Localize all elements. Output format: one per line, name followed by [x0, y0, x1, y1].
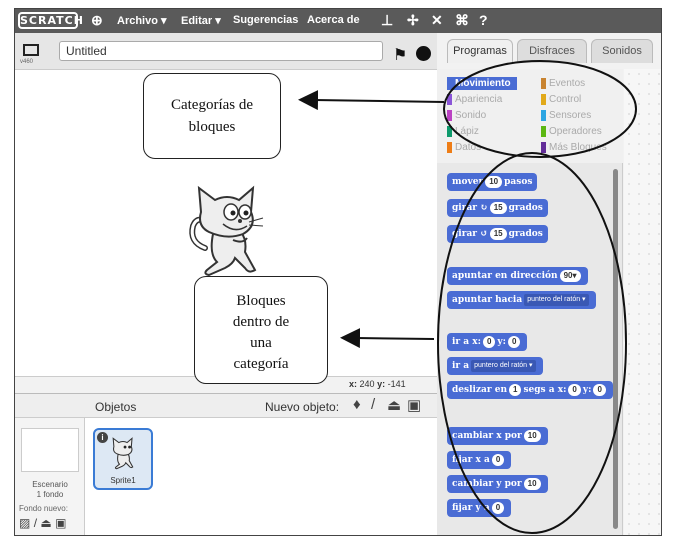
menu-archivo[interactable]: Archivo ▾	[117, 14, 167, 27]
globe-icon[interactable]: ⊕	[91, 12, 103, 29]
tab-programas[interactable]: Programas	[447, 39, 513, 63]
new-sprite-label: Nuevo objeto:	[265, 400, 340, 414]
tab-disfraces[interactable]: Disfraces	[517, 39, 587, 63]
scissors-icon[interactable]: ✢	[407, 12, 419, 29]
category-datos[interactable]: Datos	[447, 141, 481, 154]
stage-toolbar: v460 Untitled ⚑	[15, 33, 437, 69]
blocks-list: mover 10 pasos girar ↻ 15 grados girar ↺ 15 gr…	[437, 163, 623, 535]
block-cambiar-y[interactable]: cambiar y por 10	[447, 475, 548, 493]
stage-column: Escenario 1 fondo Fondo nuevo: ▨ / ⏏ ▣	[15, 418, 85, 535]
camera-backdrop-icon[interactable]: ▣	[55, 516, 66, 530]
version-label: v460	[20, 59, 34, 65]
category-operadores[interactable]: Operadores	[541, 125, 602, 138]
callout-blocks-line4: categoría	[233, 356, 289, 372]
grow-icon[interactable]: ✕	[431, 12, 443, 29]
shrink-icon[interactable]: ⌘	[455, 12, 469, 29]
callout-blocks-line3: una	[250, 335, 272, 351]
block-mover[interactable]: mover 10 pasos	[447, 173, 538, 191]
stamp-icon[interactable]: ⊥	[381, 12, 393, 29]
menu-sugerencias[interactable]: Sugerencias	[233, 14, 298, 26]
fullscreen-icon	[23, 44, 39, 56]
coord-y-label: y:	[377, 379, 386, 389]
upload-backdrop-icon[interactable]: ⏏	[40, 516, 51, 530]
coord-x-value: 240	[359, 379, 375, 389]
new-backdrop-icons: ▨ / ⏏ ▣	[19, 516, 66, 530]
tab-sonidos[interactable]: Sonidos	[591, 39, 653, 63]
info-icon[interactable]: i	[97, 432, 108, 443]
callout-categories: Categorías de bloques	[143, 73, 281, 159]
stage-backdrop-count: 1 fondo	[36, 490, 64, 499]
help-icon[interactable]: ?	[479, 12, 488, 28]
palette-scrollbar[interactable]	[613, 169, 618, 529]
editor-tabs: Programas Disfraces Sonidos	[437, 33, 661, 69]
paint-new-sprite-icon[interactable]: /	[371, 396, 375, 413]
backdrop-library-icon[interactable]: ▨	[19, 516, 30, 530]
cat-sprite[interactable]	[187, 182, 273, 278]
block-apuntar-direccion[interactable]: apuntar en dirección 90▾	[447, 267, 588, 285]
coord-x-label: x:	[349, 379, 358, 389]
block-ir-a[interactable]: ir a puntero del ratón ▾	[447, 357, 543, 375]
menu-bar: SCRATCH ⊕ Archivo ▾ Editar ▾ Sugerencias…	[15, 9, 661, 33]
block-deslizar[interactable]: deslizar en 1 segs a x: 0 y: 0	[447, 381, 613, 399]
block-apuntar-hacia[interactable]: apuntar hacia puntero del ratón ▾	[447, 291, 596, 309]
callout-blocks: Bloques dentro de una categoría	[194, 276, 328, 384]
block-fijar-y[interactable]: fijar y a0	[447, 499, 512, 517]
menu-editar[interactable]: Editar ▾	[181, 14, 221, 27]
stage-thumbnail[interactable]	[21, 428, 79, 472]
sprite-name: Sprite1	[110, 476, 136, 485]
callout-categories-line1: Categorías de	[170, 97, 254, 113]
sprites-title: Objetos	[95, 400, 137, 414]
scratch-editor-window: SCRATCH ⊕ Archivo ▾ Editar ▾ Sugerencias…	[14, 8, 662, 536]
coord-y-value: -141	[387, 379, 406, 389]
callout-blocks-line1: Bloques	[236, 293, 286, 309]
sprite-pane: Objetos Nuevo objeto: ♦ / ⏏ ▣ Escenario …	[15, 393, 437, 535]
paint-backdrop-icon[interactable]: /	[34, 516, 37, 530]
sprite-library-icon[interactable]: ♦	[353, 396, 361, 413]
category-sensores[interactable]: Sensores	[541, 109, 591, 122]
category-movimiento[interactable]: Movimiento	[447, 77, 517, 90]
menu-acerca-de[interactable]: Acerca de	[307, 14, 360, 26]
sprite-pane-header: Objetos Nuevo objeto: ♦ / ⏏ ▣	[15, 394, 437, 418]
mouse-coordinates: x: 240 y: -141	[349, 379, 406, 389]
block-fijar-x[interactable]: fijar x a0	[447, 451, 512, 469]
category-sonido[interactable]: Sonido	[447, 109, 486, 122]
block-ir-a-xy[interactable]: ir a x: 0 y: 0	[447, 333, 528, 351]
category-lapiz[interactable]: Lápiz	[447, 125, 479, 138]
new-backdrop-label: Fondo nuevo:	[19, 504, 68, 513]
callout-categories-line2: bloques	[188, 119, 236, 135]
block-categories: Movimiento Apariencia Sonido Lápiz Datos…	[437, 69, 623, 163]
stage-name: Escenario	[32, 480, 68, 489]
category-control[interactable]: Control	[541, 93, 581, 106]
block-cambiar-x[interactable]: cambiar x por 10	[447, 427, 548, 445]
block-girar-derecha[interactable]: girar ↻ 15 grados	[447, 199, 548, 217]
callout-blocks-line2: dentro de	[232, 314, 290, 330]
project-title-input[interactable]: Untitled	[59, 41, 383, 61]
block-palette: Movimiento Apariencia Sonido Lápiz Datos…	[437, 69, 623, 535]
category-mas-bloques[interactable]: Más Bloques	[541, 141, 607, 154]
sprite-tile[interactable]: i Sprite1	[93, 428, 153, 490]
script-area[interactable]	[624, 69, 661, 535]
green-flag-icon[interactable]: ⚑	[393, 45, 407, 65]
category-apariencia[interactable]: Apariencia	[447, 93, 502, 106]
presentation-mode-button[interactable]: v460	[19, 39, 45, 65]
upload-sprite-icon[interactable]: ⏏	[387, 396, 401, 414]
block-girar-izquierda[interactable]: girar ↺ 15 grados	[447, 225, 548, 243]
scratch-logo[interactable]: SCRATCH	[18, 12, 83, 29]
stop-button[interactable]	[416, 46, 431, 61]
category-eventos[interactable]: Eventos	[541, 77, 585, 90]
sprite-thumbnail	[112, 437, 134, 470]
camera-sprite-icon[interactable]: ▣	[407, 396, 421, 414]
